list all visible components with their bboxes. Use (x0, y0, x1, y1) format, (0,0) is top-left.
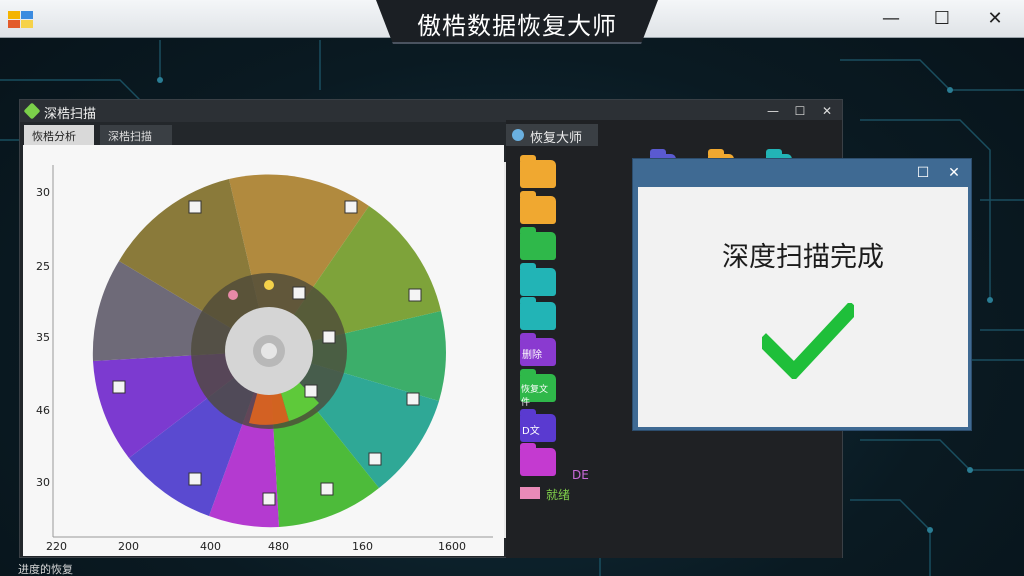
recover-tab-label: 恢复大师 (530, 131, 583, 146)
close-button[interactable]: ✕ (983, 7, 1007, 31)
y-tick: 25 (36, 260, 50, 273)
x-tick: 480 (268, 540, 289, 553)
folder-label: D文 (522, 426, 540, 437)
folder-label: 恢复文件 (521, 385, 549, 408)
scan-minimize-button[interactable]: — (764, 102, 782, 120)
status-label: 就绪 (546, 488, 571, 502)
app-logo-icon (8, 11, 33, 28)
maximize-button[interactable]: ☐ (930, 7, 954, 31)
x-tick: 220 (46, 540, 67, 553)
folder-icon[interactable]: D文 (520, 409, 556, 442)
y-tick: 30 (36, 186, 50, 199)
y-tick: 35 (36, 331, 50, 344)
title-tab: 傲梏数据恢复大师 (376, 0, 658, 44)
scan-maximize-button[interactable]: ☐ (791, 102, 809, 120)
folder-icon[interactable]: 删除 (520, 333, 556, 366)
folder-icon[interactable] (520, 155, 556, 188)
dialog-maximize-button[interactable]: ☐ (914, 164, 932, 182)
folder-icon[interactable] (520, 297, 556, 330)
tab-recover[interactable]: 恢复大师 (506, 124, 598, 146)
x-tick: 400 (200, 540, 221, 553)
scan-window-icon (23, 102, 41, 120)
y-tick: 46 (36, 404, 50, 417)
footer-label: 进度的恢复 (18, 563, 73, 576)
folder-icon[interactable] (520, 191, 556, 224)
scan-plot (23, 145, 504, 556)
dialog-message: 深度扫描完成 (722, 242, 884, 273)
x-tick: 160 (352, 540, 373, 553)
folder-icon[interactable] (520, 443, 556, 476)
dialog-close-button[interactable]: ✕ (945, 164, 963, 182)
side-label: DE (572, 468, 589, 482)
disk-sector-map (52, 165, 493, 538)
folder-icon[interactable] (520, 227, 556, 260)
x-tick: 200 (118, 540, 139, 553)
tab-deep-scan[interactable]: 深梏扫描 (100, 125, 172, 145)
y-tick: 30 (36, 476, 50, 489)
folder-icon[interactable] (520, 263, 556, 296)
app-title: 傲梏数据恢复大师 (417, 12, 617, 40)
x-tick: 1600 (438, 540, 466, 553)
folder-label: 删除 (522, 350, 542, 361)
recover-tab-icon (512, 129, 524, 141)
tab-analysis[interactable]: 恢梏分析 (24, 125, 94, 145)
status-swatch (520, 487, 540, 499)
minimize-button[interactable]: — (879, 7, 903, 31)
sector-wheel (92, 174, 446, 528)
scan-close-button[interactable]: ✕ (818, 102, 836, 120)
scan-window-title: 深梏扫描 (44, 107, 97, 122)
checkmark-icon (762, 303, 854, 379)
scan-complete-dialog: ☐ ✕ 深度扫描完成 (632, 158, 972, 431)
dialog-body: 深度扫描完成 (638, 187, 968, 427)
folder-icon[interactable]: 恢复文件 (520, 369, 556, 408)
scan-window-titlebar: 深梏扫描 — ☐ ✕ (20, 100, 842, 122)
